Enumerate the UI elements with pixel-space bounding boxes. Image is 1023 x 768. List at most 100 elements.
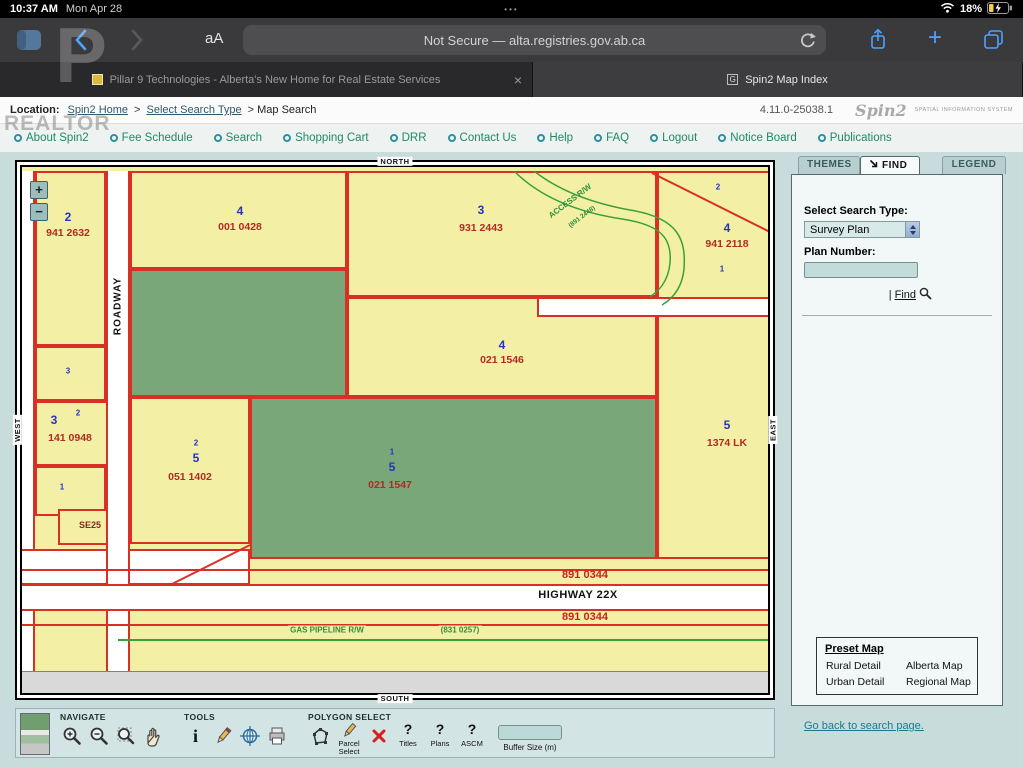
highway-plan: 891 0344 [562, 611, 608, 623]
identify-icon[interactable]: i [182, 722, 209, 750]
ascm-label: ASCM [461, 740, 483, 748]
buffer-size-group: Buffer Size (m) [498, 722, 562, 752]
menu-publications[interactable]: Publications [818, 132, 892, 144]
plans-label: Plans [431, 740, 450, 748]
search-type-label: Select Search Type: [804, 205, 1002, 217]
zoom-extent-icon[interactable] [112, 722, 139, 750]
menu-bullet-icon [214, 134, 222, 142]
find-magnifier-icon[interactable] [919, 287, 932, 303]
spin2-favicon: G [727, 74, 738, 85]
location-label: Location: [10, 104, 60, 116]
lot-number: 5 [724, 418, 731, 432]
new-tab-button[interactable]: + [928, 24, 942, 52]
menu-help[interactable]: Help [537, 132, 573, 144]
titles-query-tool[interactable]: ? Titles [392, 722, 424, 748]
menu-logout[interactable]: Logout [650, 132, 697, 144]
battery-percent: 18% [960, 3, 982, 15]
overview-map-thumbnail[interactable] [20, 713, 50, 755]
pan-hand-icon[interactable] [139, 722, 166, 750]
preset-rural-detail[interactable]: Rural Detail [826, 660, 906, 672]
find-panel: Select Search Type: Survey Plan Plan Num… [791, 174, 1003, 706]
tab-title: Pillar 9 Technologies - Alberta's New Ho… [110, 74, 441, 86]
search-type-select[interactable]: Survey Plan [804, 221, 920, 238]
find-row: | Find [792, 287, 932, 303]
clock: 10:37 AM [10, 3, 58, 15]
map-canvas[interactable]: 2 941 2632 4 001 0428 3 931 2443 4 941 2… [22, 171, 770, 695]
address-bar[interactable]: Not Secure — alta.registries.gov.ab.ca [243, 25, 826, 55]
preset-regional-map[interactable]: Regional Map [906, 676, 978, 688]
ascm-question-icon: ? [468, 722, 477, 740]
menu-bullet-icon [818, 134, 826, 142]
menu-contact-us[interactable]: Contact Us [448, 132, 517, 144]
tab-themes[interactable]: THEMES [798, 156, 860, 174]
buffer-size-input[interactable] [498, 725, 562, 740]
plan-number: 931 2443 [459, 222, 503, 234]
tab-legend[interactable]: LEGEND [942, 156, 1006, 174]
pipeline-label: GAS PIPELINE R/W [288, 626, 366, 635]
find-button[interactable]: Find [895, 289, 916, 301]
close-tab-icon[interactable]: × [514, 72, 522, 88]
titles-question-icon: ? [404, 722, 413, 740]
preset-urban-detail[interactable]: Urban Detail [826, 676, 906, 688]
polygon-select-label: POLYGON SELECT [308, 712, 562, 722]
lot-number: 4 [724, 221, 731, 235]
refresh-icon[interactable] [798, 31, 816, 52]
plan-number: 021 1546 [480, 354, 524, 366]
pipeline-plan: (831 0257) [439, 626, 482, 635]
parcel-select-label: Parcel Select [333, 740, 365, 757]
print-icon[interactable] [263, 722, 290, 750]
plan-number: 941 2118 [705, 238, 748, 250]
zoom-out-button[interactable]: − [30, 203, 48, 221]
menu-faq[interactable]: FAQ [594, 132, 629, 144]
tab-bar: Pillar 9 Technologies - Alberta's New Ho… [0, 62, 1023, 97]
clear-selection-icon[interactable] [365, 722, 392, 750]
measure-pencil-icon[interactable] [209, 722, 236, 750]
polygon-draw-icon[interactable] [306, 722, 333, 750]
lot-marker: 2 [716, 183, 720, 192]
reader-button[interactable]: aA [205, 30, 223, 47]
zoom-in-button[interactable]: + [30, 181, 48, 199]
parcel-select-tool[interactable]: Parcel Select [333, 722, 365, 757]
breadcrumb-current: Map Search [257, 104, 316, 116]
tabs-overview-icon[interactable] [982, 29, 1005, 55]
menu-about-spin2[interactable]: About Spin2 [14, 132, 89, 144]
menu-drr[interactable]: DRR [390, 132, 427, 144]
menu-search[interactable]: Search [214, 132, 262, 144]
search-type-value: Survey Plan [810, 224, 869, 236]
breadcrumb-spin2-home[interactable]: Spin2 Home [68, 104, 129, 116]
text-cursor: | [889, 289, 892, 301]
preset-alberta-map[interactable]: Alberta Map [906, 660, 978, 672]
tab-spin2[interactable]: G Spin2 Map Index [533, 62, 1023, 97]
menu-notice-board[interactable]: Notice Board [718, 132, 796, 144]
back-icon[interactable] [72, 28, 90, 57]
map-overlay-lines [22, 171, 770, 695]
locate-globe-icon[interactable] [236, 722, 263, 750]
tab-pillar9[interactable]: Pillar 9 Technologies - Alberta's New Ho… [0, 62, 533, 97]
navigate-section: NAVIGATE [58, 711, 166, 755]
ascm-query-tool[interactable]: ? ASCM [456, 722, 488, 748]
ipad-screen: 10:37 AM Mon Apr 28 ••• 18% aA Not Secur… [0, 0, 1023, 768]
zoom-in-tool-icon[interactable] [58, 722, 85, 750]
menu-fee-schedule[interactable]: Fee Schedule [110, 132, 193, 144]
plan-number-input[interactable] [804, 262, 918, 278]
preset-map-box: Preset Map Rural Detail Alberta Map Urba… [816, 637, 978, 695]
compass-east: EAST [768, 416, 777, 444]
menu-shopping-cart[interactable]: Shopping Cart [283, 132, 369, 144]
sidebar-toggle-icon[interactable] [16, 29, 42, 56]
map-toolbar: NAVIGATE TOOLS i POLYGON SELECT [15, 708, 775, 758]
tab-find[interactable]: FIND [860, 156, 920, 174]
breadcrumb-select-search-type[interactable]: Select Search Type [146, 104, 241, 116]
zoom-out-tool-icon[interactable] [85, 722, 112, 750]
back-to-search-link[interactable]: Go back to search page. [804, 720, 924, 732]
lot-number: 5 [193, 451, 200, 465]
share-icon[interactable] [868, 27, 888, 58]
menu-bullet-icon [110, 134, 118, 142]
menu-bullet-icon [390, 134, 398, 142]
tools-section: TOOLS i [182, 711, 290, 755]
lot-marker: 2 [76, 409, 80, 418]
forward-icon[interactable] [128, 28, 146, 57]
map-viewport[interactable]: 2 941 2632 4 001 0428 3 931 2443 4 941 2… [20, 165, 770, 695]
menu-bullet-icon [14, 134, 22, 142]
pillar9-favicon [92, 74, 103, 85]
plans-query-tool[interactable]: ? Plans [424, 722, 456, 748]
